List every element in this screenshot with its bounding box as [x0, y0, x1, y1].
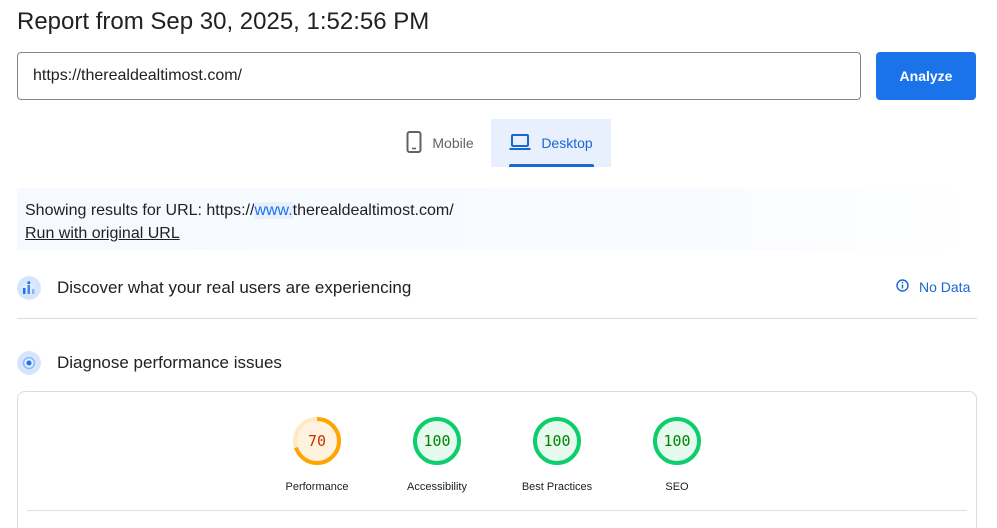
accessibility-gauge-ring: 100 [413, 417, 461, 465]
gauge-performance-label: Performance [285, 481, 349, 493]
lab-data-title: Diagnose performance issues [57, 353, 282, 372]
run-original-url-link[interactable]: Run with original URL [25, 224, 180, 244]
info-icon [896, 279, 909, 295]
gauge-performance-value: 70 [308, 432, 326, 450]
gauge-best-practices-value: 100 [543, 432, 570, 450]
gauge-accessibility-label: Accessibility [407, 481, 467, 493]
tab-mobile-label: Mobile [432, 135, 474, 151]
tab-desktop-label: Desktop [541, 135, 593, 151]
gauge-best-practices-label: Best Practices [521, 481, 593, 493]
gauge-accessibility[interactable]: 100 Accessibility [387, 415, 487, 493]
seo-gauge-ring: 100 [653, 417, 701, 465]
field-data-title: Discover what your real users are experi… [57, 278, 412, 297]
notice-highlight: www. [254, 202, 293, 219]
gauge-seo-value: 100 [663, 432, 690, 450]
card-divider [27, 510, 967, 511]
url-redirect-notice: Showing results for URL: https://www.the… [17, 188, 977, 250]
gauge-accessibility-value: 100 [423, 432, 450, 450]
section-divider [17, 318, 977, 319]
performance-gauge-ring: 70 [293, 417, 341, 465]
report-title: Report from Sep 30, 2025, 1:52:56 PM [17, 8, 430, 35]
notice-suffix: therealdealtimost.com/ [292, 202, 454, 219]
tab-desktop[interactable]: Desktop [491, 119, 611, 167]
tab-selected-indicator [509, 164, 594, 167]
users-chart-icon [17, 276, 41, 300]
notice-text: Showing results for URL: https://www.the… [25, 201, 969, 221]
url-input[interactable] [17, 52, 861, 100]
notice-prefix: Showing results for URL: https:// [25, 202, 255, 219]
gauge-best-practices[interactable]: 100 Best Practices [507, 415, 607, 493]
no-data-status[interactable]: No Data [896, 279, 970, 295]
smartphone-icon [406, 130, 422, 156]
scores-card [17, 391, 977, 528]
analyze-button[interactable]: Analyze [876, 52, 976, 100]
no-data-label: No Data [919, 279, 971, 295]
best-practices-gauge-ring: 100 [533, 417, 581, 465]
tab-mobile[interactable]: Mobile [392, 119, 488, 167]
gauge-seo-label: SEO [665, 481, 689, 493]
performance-icon [17, 351, 41, 375]
laptop-icon [509, 133, 531, 154]
gauge-performance[interactable]: 70 Performance [267, 415, 367, 493]
gauge-seo[interactable]: 100 SEO [627, 415, 727, 493]
